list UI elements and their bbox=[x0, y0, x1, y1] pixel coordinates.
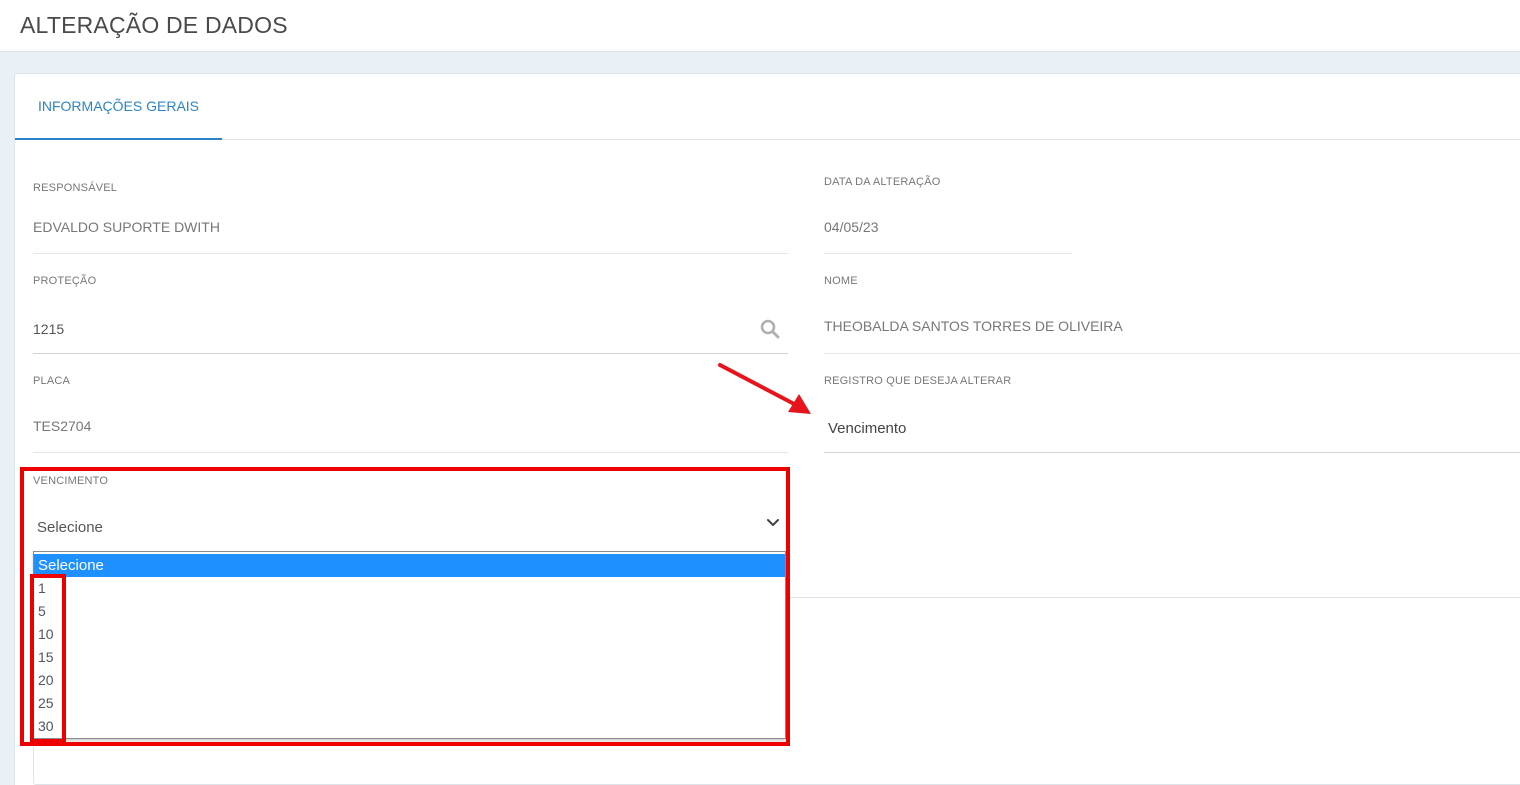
responsavel-label: RESPONSÁVEL bbox=[33, 182, 118, 194]
data-alteracao-underline bbox=[824, 253, 1072, 254]
nome-underline bbox=[824, 353, 1520, 354]
responsavel-value: EDVALDO SUPORTE DWITH bbox=[33, 219, 220, 235]
option-15[interactable]: 15 bbox=[34, 646, 785, 669]
protecao-label: PROTEÇÃO bbox=[33, 275, 97, 287]
protecao-underline bbox=[33, 353, 788, 354]
chevron-down-icon[interactable] bbox=[765, 515, 781, 531]
responsavel-underline bbox=[33, 253, 788, 254]
top-header: ALTERAÇÃO DE DADOS bbox=[0, 0, 1520, 52]
vencimento-dropdown: Selecione 1 5 10 15 20 25 30 bbox=[33, 551, 786, 739]
page-title: ALTERAÇÃO DE DADOS bbox=[20, 12, 288, 38]
nome-value: THEOBALDA SANTOS TORRES DE OLIVEIRA bbox=[824, 318, 1123, 334]
registro-select[interactable]: Vencimento bbox=[828, 420, 906, 437]
option-selecione[interactable]: Selecione bbox=[34, 554, 785, 577]
placa-label: PLACA bbox=[33, 375, 71, 387]
option-5[interactable]: 5 bbox=[34, 600, 785, 623]
inner-panel-border bbox=[33, 735, 1520, 785]
arrow-icon bbox=[718, 363, 811, 414]
data-alteracao-value: 04/05/23 bbox=[824, 219, 879, 235]
option-30[interactable]: 30 bbox=[34, 715, 785, 738]
vencimento-label: VENCIMENTO bbox=[33, 475, 109, 487]
tab-bar: INFORMAÇÕES GERAIS bbox=[15, 74, 1520, 140]
placa-underline bbox=[33, 452, 788, 453]
tab-informacoes-gerais[interactable]: INFORMAÇÕES GERAIS bbox=[15, 74, 222, 140]
placa-value: TES2704 bbox=[33, 418, 92, 434]
protecao-input[interactable]: 1215 bbox=[33, 321, 64, 337]
data-alteracao-label: DATA DA ALTERAÇÃO bbox=[824, 176, 941, 188]
option-10[interactable]: 10 bbox=[34, 623, 785, 646]
section-divider bbox=[790, 597, 1520, 598]
vencimento-select[interactable]: Selecione bbox=[33, 510, 786, 546]
search-icon[interactable] bbox=[760, 319, 780, 339]
nome-label: NOME bbox=[824, 275, 858, 287]
registro-underline bbox=[824, 452, 1520, 453]
registro-label: REGISTRO QUE DESEJA ALTERAR bbox=[824, 375, 1012, 387]
option-1[interactable]: 1 bbox=[34, 577, 785, 600]
option-25[interactable]: 25 bbox=[34, 692, 785, 715]
vencimento-selected-value: Selecione bbox=[37, 519, 103, 536]
option-20[interactable]: 20 bbox=[34, 669, 785, 692]
